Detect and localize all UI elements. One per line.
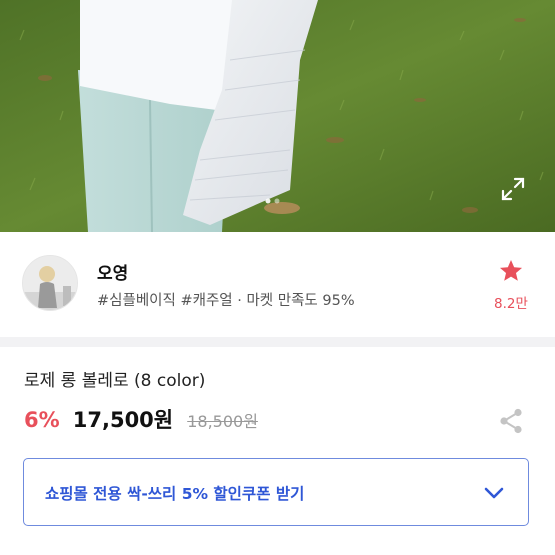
product-name: 로제 롱 볼레로 (8 color)	[24, 371, 206, 391]
section-divider	[0, 337, 555, 347]
shop-avatar-image	[23, 256, 77, 310]
shop-tags: #심플베이직 #캐주얼 · 마켓 만족도 95%	[97, 293, 355, 309]
shop-name[interactable]: 오영	[97, 259, 128, 284]
expand-image-button[interactable]	[500, 176, 532, 208]
share-icon	[500, 408, 522, 434]
shop-avatar[interactable]	[22, 255, 78, 311]
product-photo-illustration	[0, 0, 555, 232]
star-icon	[499, 259, 523, 281]
discount-rate: 6%	[24, 408, 60, 432]
price-row: 6% 17,500원 18,500원	[24, 404, 258, 438]
share-button[interactable]	[498, 407, 524, 435]
sale-price: 17,500원	[72, 408, 174, 432]
chevron-down-icon	[484, 487, 504, 499]
coupon-label: 쇼핑몰 전용 싹-쓰리 5% 할인쿠폰 받기	[45, 485, 305, 503]
expand-icon	[501, 177, 525, 201]
product-image[interactable]	[0, 0, 555, 232]
original-price: 18,500원	[187, 412, 258, 431]
favorite-count: 8.2만	[494, 296, 528, 312]
shop-info-row[interactable]: 오영 #심플베이직 #캐주얼 · 마켓 만족도 95% 8.2만	[0, 232, 555, 336]
favorite-button[interactable]: 8.2만	[486, 258, 536, 312]
coupon-download-button[interactable]: 쇼핑몰 전용 싹-쓰리 5% 할인쿠폰 받기	[23, 458, 529, 526]
